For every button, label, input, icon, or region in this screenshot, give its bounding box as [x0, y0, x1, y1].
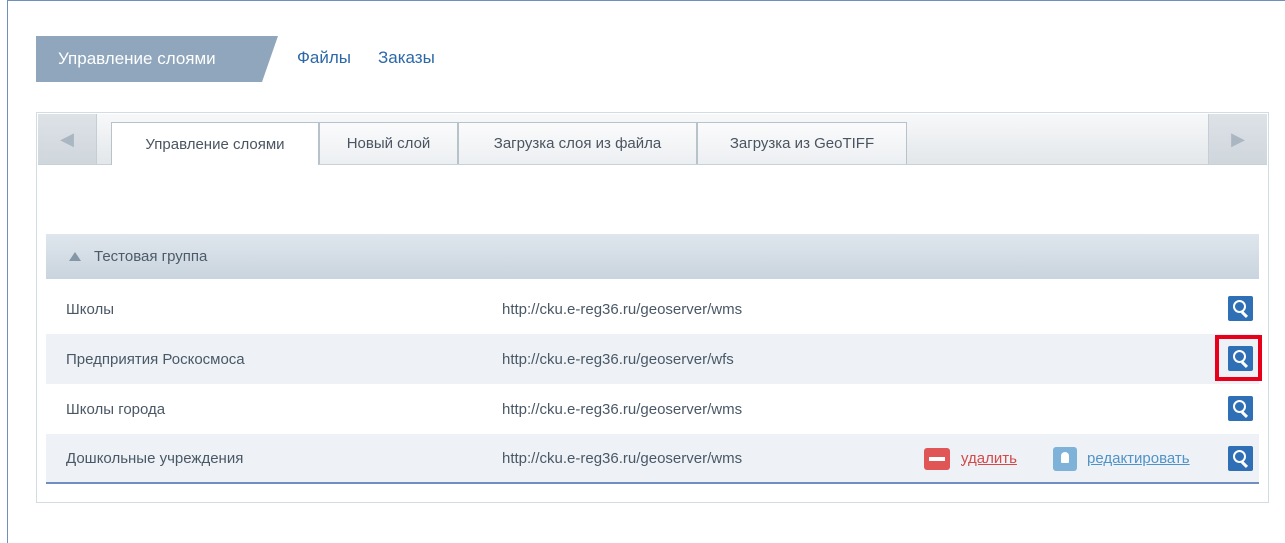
- page-border-left: [7, 0, 8, 543]
- layer-row: Дошкольные учреждения http://cku.e-reg36…: [46, 434, 1259, 484]
- top-tab-layers[interactable]: Управление слоями: [36, 36, 278, 82]
- layer-url: http://cku.e-reg36.ru/geoserver/wms: [502, 449, 743, 467]
- zoom-icon[interactable]: [1228, 296, 1253, 321]
- edit-icon[interactable]: [1053, 447, 1077, 471]
- layer-url: http://cku.e-reg36.ru/geoserver/wms: [502, 400, 743, 418]
- inner-tab-layers[interactable]: Управление слоями: [111, 122, 319, 165]
- zoom-icon[interactable]: [1228, 396, 1253, 421]
- triangle-up-icon: [69, 252, 81, 261]
- inner-tab-bar: ◀ Управление слоями Новый слой Загрузка …: [38, 114, 1267, 165]
- top-tab-orders[interactable]: Заказы: [378, 48, 435, 68]
- layer-row: Предприятия Роскосмоса http://cku.e-reg3…: [46, 334, 1262, 384]
- layer-name: Дошкольные учреждения: [66, 449, 244, 467]
- inner-tab-load-geotiff[interactable]: Загрузка из GeoTIFF: [697, 122, 907, 164]
- inner-tab-new-layer[interactable]: Новый слой: [319, 122, 458, 164]
- triangle-right-icon[interactable]: ▶: [1208, 114, 1267, 164]
- layers-panel: ◀ Управление слоями Новый слой Загрузка …: [36, 112, 1269, 503]
- layer-name: Школы: [66, 300, 115, 318]
- page-border-top: [7, 0, 1285, 1]
- group-label: Тестовая группа: [94, 248, 208, 265]
- highlight-box: [1215, 335, 1262, 381]
- layer-row: Школы http://cku.e-reg36.ru/geoserver/wm…: [46, 284, 1259, 334]
- layer-url: http://cku.e-reg36.ru/geoserver/wms: [502, 300, 743, 318]
- inner-tab-load-file[interactable]: Загрузка слоя из файла: [458, 122, 697, 164]
- delete-link[interactable]: удалить: [961, 450, 1017, 467]
- group-header[interactable]: Тестовая группа: [46, 234, 1259, 279]
- top-tab-files[interactable]: Файлы: [297, 48, 351, 68]
- triangle-left-icon[interactable]: ◀: [38, 114, 97, 164]
- edit-link[interactable]: редактировать: [1087, 450, 1190, 467]
- zoom-icon[interactable]: [1228, 446, 1253, 471]
- layer-row: Школы города http://cku.e-reg36.ru/geose…: [46, 384, 1259, 434]
- layer-name: Предприятия Роскосмоса: [66, 350, 245, 368]
- layer-name: Школы города: [66, 400, 166, 418]
- delete-icon[interactable]: [924, 448, 950, 470]
- layer-url: http://cku.e-reg36.ru/geoserver/wfs: [502, 350, 734, 368]
